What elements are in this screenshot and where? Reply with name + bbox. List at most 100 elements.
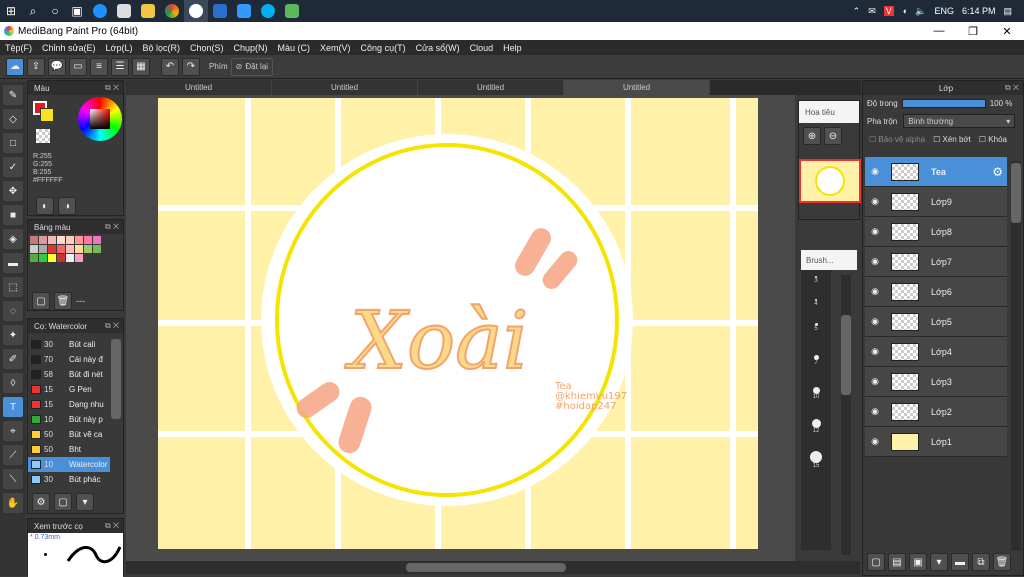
zoom-in-icon[interactable]: ⊕: [803, 127, 821, 145]
hand-tool-icon[interactable]: ✋: [3, 493, 23, 513]
palette-swatch[interactable]: [48, 236, 56, 244]
redo-icon[interactable]: ↷: [182, 57, 200, 76]
volume-icon[interactable]: 🔈: [915, 6, 926, 17]
zoom-out-icon[interactable]: ⊖: [824, 127, 842, 145]
brush-size-5[interactable]: 5: [801, 318, 831, 337]
palette-swatch[interactable]: [30, 245, 38, 253]
brush-item[interactable]: 10 Watercolor: [28, 457, 110, 472]
clock[interactable]: 6:14 PM: [962, 6, 996, 16]
message-icon[interactable]: ▭: [69, 57, 87, 76]
layer-row[interactable]: ◉ Lớp4: [865, 337, 1007, 367]
palette-swatch[interactable]: [75, 245, 83, 253]
tab-untitled-3[interactable]: Untitled: [418, 80, 564, 95]
menu-cloud[interactable]: Cloud: [465, 43, 499, 53]
add-brush-icon[interactable]: ▢: [54, 493, 72, 511]
palette-swatch[interactable]: [57, 254, 65, 262]
eye-icon[interactable]: ◉: [865, 196, 885, 207]
menu-filter[interactable]: Bộ lọc(R): [137, 43, 185, 53]
tab-untitled-4[interactable]: Untitled: [564, 80, 710, 95]
minimize-button[interactable]: —: [922, 22, 956, 40]
layer-row[interactable]: ◉ Lớp2: [865, 397, 1007, 427]
brush-item[interactable]: 30 Bút phác: [28, 472, 110, 487]
brush-size-7[interactable]: 7: [801, 351, 831, 370]
panel-options-icon[interactable]: ⧉ ✕: [105, 321, 123, 331]
palette-swatch[interactable]: [30, 254, 38, 262]
color-picker-icon[interactable]: ◑: [58, 197, 76, 215]
layer-row[interactable]: ◉ Lớp1: [865, 427, 1007, 457]
folder-icon[interactable]: ▬: [951, 553, 969, 571]
layer-row[interactable]: ◉ Lớp8: [865, 217, 1007, 247]
eraser-tool-icon[interactable]: ◇: [3, 109, 23, 129]
menu-help[interactable]: Help: [498, 43, 527, 53]
palette-swatch[interactable]: [39, 254, 47, 262]
bucket-tool-icon[interactable]: ◈: [3, 229, 23, 249]
reset-button[interactable]: ⊘ Đặt lại: [230, 57, 274, 76]
brush-item[interactable]: 30 Bút cali: [28, 337, 110, 352]
eye-icon[interactable]: ◉: [865, 376, 885, 387]
brush-tool-icon[interactable]: ✎: [3, 85, 23, 105]
brush-item[interactable]: 70 Cái này đ: [28, 352, 110, 367]
brush-item[interactable]: 10 Bút này p: [28, 412, 110, 427]
palette-swatch[interactable]: [57, 236, 65, 244]
protect-alpha-checkbox[interactable]: ☐ Bảo vệ alpha: [869, 135, 925, 144]
edge-app-icon[interactable]: [88, 0, 112, 22]
medibang-app-icon[interactable]: [184, 0, 208, 22]
layer-menu-icon[interactable]: ▾: [930, 553, 948, 571]
palette-swatch[interactable]: [93, 236, 101, 244]
dropper-tool-icon[interactable]: ⟍: [3, 469, 23, 489]
new-layer-icon[interactable]: ▢: [867, 553, 885, 571]
grid-icon[interactable]: ▦: [132, 57, 150, 76]
palette-swatch[interactable]: [48, 254, 56, 262]
layer-row[interactable]: ◉ Lớp6: [865, 277, 1007, 307]
delete-layer-icon[interactable]: 🗑: [993, 553, 1011, 571]
layer-row[interactable]: ◉ Lớp7: [865, 247, 1007, 277]
explorer-app-icon[interactable]: [136, 0, 160, 22]
eye-icon[interactable]: ◉: [865, 286, 885, 297]
merge-layer-icon[interactable]: ⧉: [972, 553, 990, 571]
clip-checkbox[interactable]: ☐ Xén bớt: [933, 135, 971, 144]
palette-swatch[interactable]: [93, 245, 101, 253]
app-icon-blue[interactable]: [208, 0, 232, 22]
notification-icon[interactable]: ▤: [1003, 6, 1012, 17]
maximize-button[interactable]: ❐: [956, 22, 990, 40]
delete-palette-icon[interactable]: 🗑: [54, 292, 72, 310]
brush-size-12[interactable]: 12: [801, 417, 831, 436]
eye-icon[interactable]: ◉: [865, 346, 885, 357]
fill-rect-tool-icon[interactable]: ■: [3, 205, 23, 225]
scroll-thumb[interactable]: [406, 563, 566, 572]
eye-icon[interactable]: ◉: [865, 256, 885, 267]
lasso-tool-icon[interactable]: ◌: [3, 301, 23, 321]
gradient-tool-icon[interactable]: ▬: [3, 253, 23, 273]
rect-tool-icon[interactable]: □: [3, 133, 23, 153]
palette-swatch[interactable]: [84, 245, 92, 253]
blend-mode-select[interactable]: Bình thường ▾: [903, 114, 1016, 128]
menu-view[interactable]: Xem(V): [315, 43, 356, 53]
menu-tools[interactable]: Công cụ(T): [356, 43, 411, 53]
search-icon[interactable]: ⌕: [22, 0, 44, 22]
close-button[interactable]: ✕: [990, 22, 1024, 40]
tab-untitled-1[interactable]: Untitled: [126, 80, 272, 95]
menu-snap[interactable]: Chụp(N): [229, 43, 273, 53]
text-tool-icon[interactable]: T: [3, 397, 23, 417]
navigator-preview[interactable]: [799, 159, 861, 203]
menu-edit[interactable]: Chỉnh sửa(E): [37, 43, 101, 53]
comment-icon[interactable]: 💬: [48, 57, 66, 76]
tab-untitled-2[interactable]: Untitled: [272, 80, 418, 95]
new-palette-icon[interactable]: ▢: [32, 292, 50, 310]
horizontal-scrollbar[interactable]: [126, 561, 860, 574]
select-eraser-tool-icon[interactable]: ◊: [3, 373, 23, 393]
skype-app-icon[interactable]: [256, 0, 280, 22]
menu-color[interactable]: Màu (C): [273, 43, 316, 53]
color-wheel[interactable]: [78, 97, 122, 141]
select-tool-icon[interactable]: ⬚: [3, 277, 23, 297]
panel-options-icon[interactable]: ⧉ ✕: [105, 83, 123, 93]
menu-select[interactable]: Chọn(S): [185, 43, 229, 53]
layer-row[interactable]: ◉ Tea ⚙: [865, 157, 1007, 187]
panel-options-icon[interactable]: ⧉ ✕: [105, 222, 123, 232]
windows-start-icon[interactable]: ⊞: [0, 0, 22, 22]
share-icon[interactable]: ⇪: [27, 57, 45, 76]
cortana-icon[interactable]: ○: [44, 0, 66, 22]
store-app-icon[interactable]: [112, 0, 136, 22]
menu-window[interactable]: Cửa sổ(W): [411, 43, 465, 53]
palette-swatch[interactable]: [57, 245, 65, 253]
